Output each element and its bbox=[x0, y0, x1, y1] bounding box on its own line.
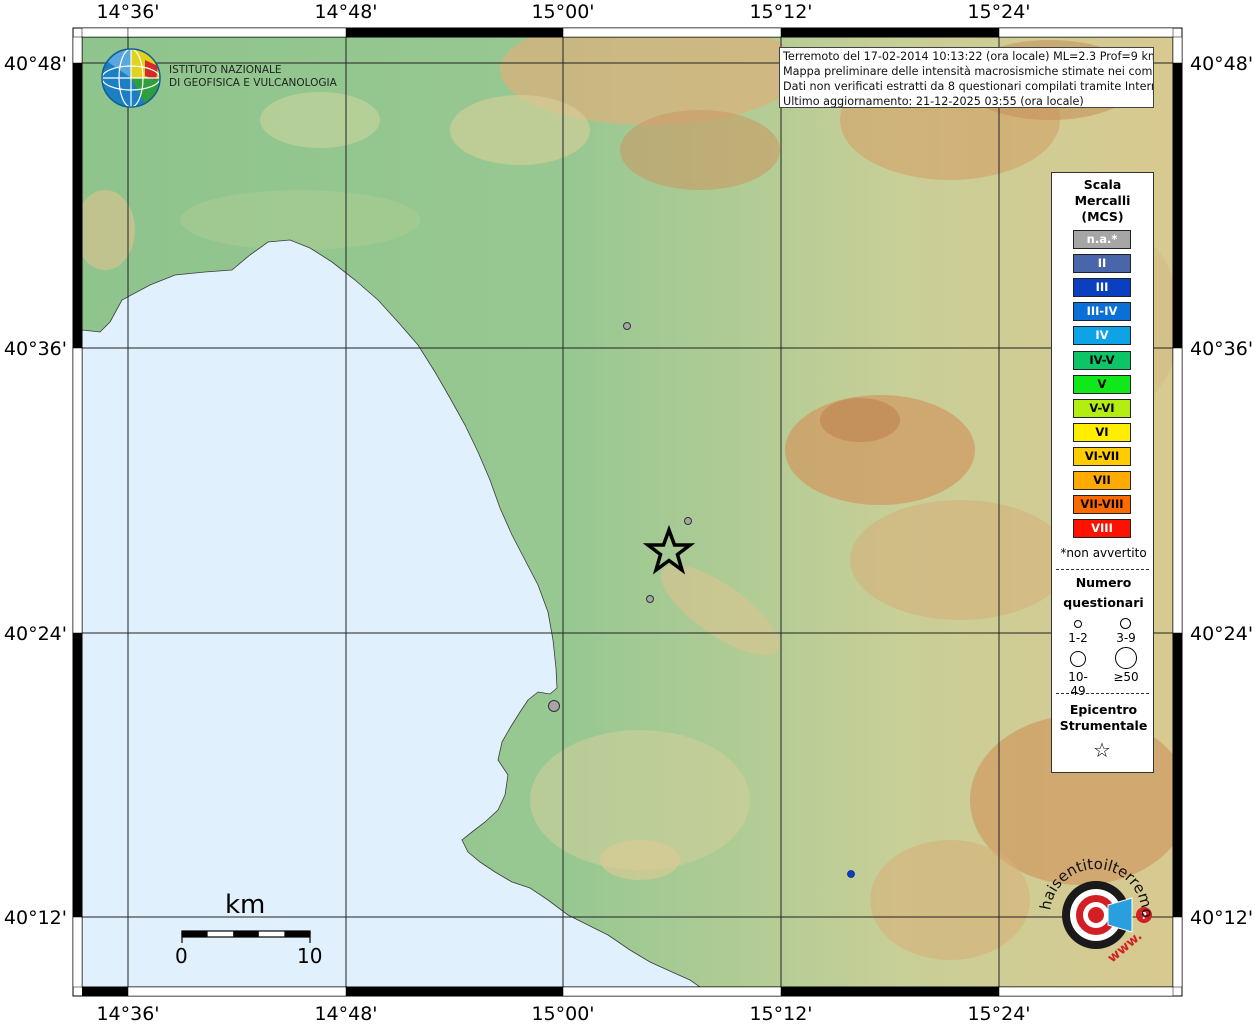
legend-divider bbox=[1056, 569, 1149, 570]
legend-swatch: V bbox=[1073, 374, 1131, 394]
lat-label: 40°48' bbox=[4, 53, 67, 75]
legend-swatch: n.a.* bbox=[1073, 230, 1131, 249]
event-info-line3: Dati non verificati estratti da 8 questi… bbox=[783, 80, 1154, 93]
lat-label: 40°24' bbox=[1190, 623, 1253, 645]
longitude-labels-bottom: 14°36' 14°48' 15°00' 15°12' 15°24' bbox=[96, 1003, 1030, 1024]
legend-swatch: VI-VII bbox=[1073, 446, 1131, 466]
legend-swatch: IV bbox=[1073, 326, 1131, 346]
legend-swatch: VII-VIII bbox=[1073, 495, 1131, 515]
locality-point-iii bbox=[847, 870, 855, 878]
ingv-globe-icon bbox=[101, 48, 161, 108]
legend-title-line3: (MCS) bbox=[1081, 209, 1124, 224]
legend-swatch: VIII bbox=[1073, 519, 1131, 539]
questionari-title-line2: questionari bbox=[1063, 595, 1144, 610]
locality-point-na bbox=[684, 517, 692, 525]
event-info-line1: Terremoto del 17-02-2014 10:13:22 (ora l… bbox=[783, 50, 1154, 63]
lat-label: 40°36' bbox=[1190, 338, 1253, 360]
lon-label: 14°48' bbox=[314, 1003, 377, 1024]
q-size-label: ≥50 bbox=[1113, 670, 1139, 684]
longitude-labels-top: 14°36' 14°48' 15°00' 15°12' 15°24' bbox=[96, 1, 1030, 23]
q-size-xlarge-icon bbox=[1115, 647, 1137, 669]
q-size-label: 1-2 bbox=[1068, 631, 1088, 645]
lon-label: 15°12' bbox=[749, 1003, 812, 1024]
lon-label: 14°48' bbox=[314, 1, 377, 23]
questionari-title-line1: Numero bbox=[1075, 575, 1132, 590]
lat-label: 40°12' bbox=[4, 907, 67, 929]
lon-label: 15°24' bbox=[967, 1, 1030, 23]
legend-title: Scala Mercalli (MCS) bbox=[1052, 177, 1153, 225]
mcs-legend: Scala Mercalli (MCS) n.a.* II III III-IV IV I… bbox=[1051, 172, 1154, 773]
latitude-labels-left: 40°48' 40°36' 40°24' 40°12' bbox=[4, 53, 67, 929]
legend-divider bbox=[1056, 693, 1149, 694]
q-size-large-icon bbox=[1070, 651, 1086, 667]
legend-swatch: III-IV bbox=[1073, 302, 1131, 322]
lat-label: 40°36' bbox=[4, 338, 67, 360]
legend-na-note: *non avvertito bbox=[1060, 546, 1147, 560]
q-size-small-icon bbox=[1074, 620, 1082, 628]
legend-swatch: VI bbox=[1073, 422, 1131, 442]
legend-title-line1: Scala bbox=[1083, 177, 1122, 192]
lon-label: 15°24' bbox=[967, 1003, 1030, 1024]
epicenter-legend-star-icon: ☆ bbox=[1093, 738, 1111, 762]
scale-bar-end: 10 bbox=[297, 944, 323, 968]
lat-label: 40°24' bbox=[4, 623, 67, 645]
ingv-name: ISTITUTO NAZIONALE DI GEOFISICA E VULCAN… bbox=[169, 64, 337, 90]
event-info-line4: Ultimo aggiornamento: 21-12-2025 03:55 (… bbox=[783, 95, 1084, 108]
legend-swatch: V-VI bbox=[1073, 398, 1131, 418]
scale-bar-unit: km bbox=[225, 890, 266, 920]
lon-label: 15°12' bbox=[749, 1, 812, 23]
legend-swatch: VII bbox=[1073, 471, 1131, 490]
locality-point-na bbox=[646, 595, 654, 603]
legend-title-line2: Mercalli bbox=[1074, 193, 1131, 208]
lat-label: 40°12' bbox=[1190, 907, 1253, 929]
locality-point-na bbox=[623, 322, 631, 330]
latitude-labels-right: 40°48' 40°36' 40°24' 40°12' bbox=[1190, 53, 1253, 929]
lon-label: 14°36' bbox=[96, 1, 159, 23]
q-size-label: 3-9 bbox=[1116, 631, 1136, 645]
lat-label: 40°48' bbox=[1190, 53, 1253, 75]
legend-swatch: III bbox=[1073, 278, 1131, 298]
ingv-name-line1: ISTITUTO NAZIONALE bbox=[169, 64, 282, 76]
locality-point-na bbox=[548, 700, 560, 712]
legend-swatch: II bbox=[1073, 254, 1131, 274]
epicentro-title-line2: Strumentale bbox=[1059, 718, 1148, 733]
event-info-box: Terremoto del 17-02-2014 10:13:22 (ora l… bbox=[779, 47, 1154, 108]
epicentro-title-line1: Epicentro bbox=[1069, 702, 1138, 717]
event-info-line2: Mappa preliminare delle intensità macros… bbox=[783, 65, 1154, 78]
lon-label: 15°00' bbox=[531, 1, 594, 23]
lon-label: 15°00' bbox=[531, 1003, 594, 1024]
ingv-name-line2: DI GEOFISICA E VULCANOLOGIA bbox=[169, 77, 337, 89]
q-size-medium-icon bbox=[1120, 618, 1131, 629]
lon-label: 14°36' bbox=[96, 1003, 159, 1024]
legend-swatch: IV-V bbox=[1073, 350, 1131, 370]
scale-bar-start: 0 bbox=[175, 944, 188, 968]
